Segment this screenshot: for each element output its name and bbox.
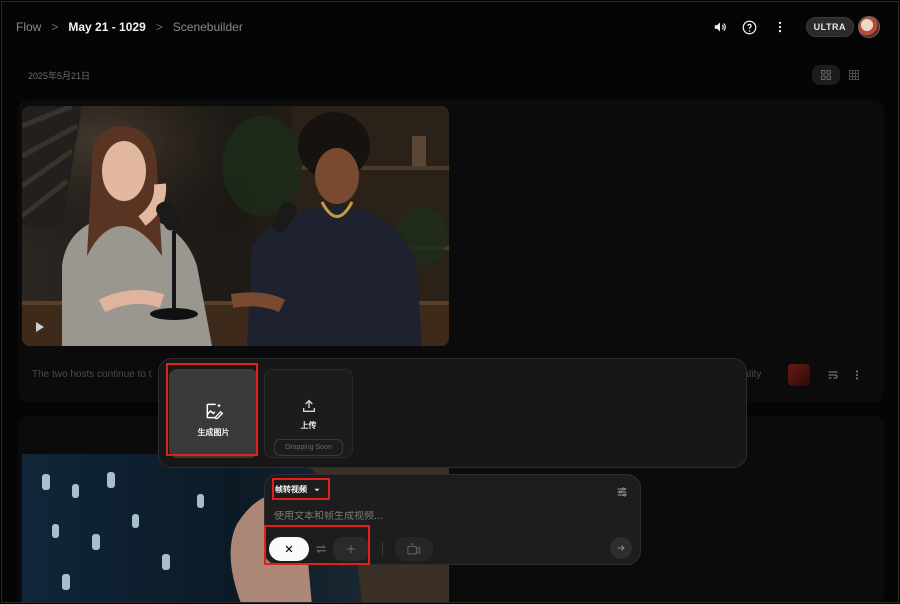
swap-frames-icon[interactable]: [313, 541, 329, 557]
send-button[interactable]: [610, 537, 632, 559]
mode-dropdown[interactable]: 帧转视频: [275, 484, 322, 495]
tune-settings-icon[interactable]: [614, 484, 630, 500]
upload-icon: [302, 399, 315, 412]
more-vert-icon[interactable]: [768, 15, 792, 39]
volume-icon[interactable]: [708, 15, 732, 39]
frame-thumbnail[interactable]: [788, 364, 810, 386]
prompt-composer: 帧转视频: [264, 474, 641, 565]
avatar[interactable]: [858, 16, 880, 38]
divider: [382, 542, 383, 556]
image-edit-icon: [206, 403, 223, 420]
app-window: Flow > May 21 - 1029 > Scenebuilder ULTR…: [1, 1, 899, 603]
plan-badge: ULTRA: [805, 17, 854, 37]
add-end-frame-button[interactable]: [333, 537, 369, 561]
clip-caption: The two hosts continue to t: [32, 369, 152, 380]
table-grid-icon: [849, 70, 859, 80]
breadcrumb-scenebuilder[interactable]: Scenebuilder: [173, 20, 243, 34]
grid-view-button[interactable]: [812, 65, 840, 85]
camera-video-icon: [407, 542, 421, 555]
close-icon: [285, 545, 293, 553]
chevron-right-icon: >: [155, 20, 163, 34]
plus-icon: [347, 545, 355, 553]
mode-label: 帧转视频: [275, 485, 307, 494]
generate-image-option[interactable]: 生成图片: [169, 369, 258, 458]
grid-icon: [821, 70, 831, 80]
chevron-right-icon: >: [51, 20, 59, 34]
breadcrumb-project[interactable]: May 21 - 1029: [68, 20, 145, 34]
view-toggle: [812, 65, 868, 85]
header-actions: ULTRA: [702, 15, 880, 39]
table-view-button[interactable]: [840, 65, 868, 85]
upload-option[interactable]: 上传 Dropping Soon: [264, 369, 353, 458]
help-icon[interactable]: [738, 15, 762, 39]
clear-frame-button[interactable]: [269, 537, 309, 561]
more-vert-icon[interactable]: [848, 366, 866, 384]
dropping-soon-badge: Dropping Soon: [274, 439, 343, 456]
upload-label: 上传: [300, 421, 317, 430]
camera-motion-button[interactable]: [395, 537, 433, 561]
date-label: 2025年5月21日: [28, 71, 91, 81]
create-options-panel: 生成图片 上传 Dropping Soon: [158, 358, 747, 468]
generate-image-label: 生成图片: [197, 428, 230, 437]
caret-down-icon: [314, 488, 320, 491]
wrap-text-icon[interactable]: [824, 366, 842, 384]
scene-thumbnail-podcast[interactable]: [22, 106, 449, 346]
top-bar: Flow > May 21 - 1029 > Scenebuilder ULTR…: [2, 2, 898, 52]
arrow-right-icon: [617, 545, 625, 551]
prompt-input[interactable]: [274, 511, 604, 522]
breadcrumb-flow[interactable]: Flow: [16, 20, 41, 34]
